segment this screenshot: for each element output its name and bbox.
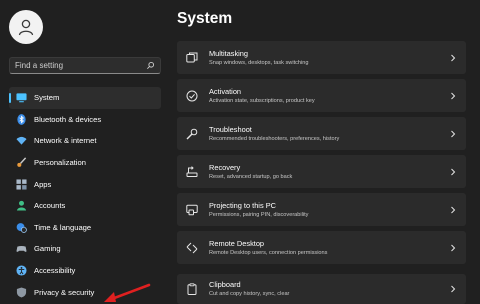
sidebar-item-network[interactable]: Network & internet bbox=[9, 130, 161, 152]
chevron-right-icon bbox=[451, 92, 456, 99]
card-subtitle: Activation state, subscriptions, product… bbox=[209, 97, 315, 104]
chevron-right-icon bbox=[451, 285, 456, 293]
activation-check-icon bbox=[186, 90, 198, 102]
sidebar-item-label: Bluetooth & devices bbox=[34, 114, 102, 124]
card-subtitle: Reset, advanced startup, go back bbox=[209, 173, 293, 180]
sidebar-item-label: Accounts bbox=[34, 201, 66, 211]
page-title: System bbox=[177, 10, 233, 27]
chevron-right-icon bbox=[451, 54, 456, 61]
shield-icon bbox=[16, 287, 27, 298]
card-activation[interactable]: Activation Activation state, subscriptio… bbox=[177, 79, 466, 112]
person-icon bbox=[16, 200, 27, 211]
card-title: Activation bbox=[209, 86, 242, 96]
bluetooth-icon bbox=[16, 114, 27, 125]
card-recovery[interactable]: Recovery Reset, advanced startup, go bac… bbox=[177, 155, 466, 188]
sidebar-item-time-language[interactable]: Time & language bbox=[9, 217, 161, 239]
user-avatar[interactable] bbox=[9, 10, 43, 44]
recovery-icon bbox=[186, 165, 198, 178]
card-title: Projecting to this PC bbox=[209, 200, 276, 210]
chevron-right-icon bbox=[451, 206, 456, 213]
sidebar-item-label: Personalization bbox=[34, 158, 86, 168]
clipboard-icon bbox=[186, 283, 198, 295]
sidebar-item-label: Network & internet bbox=[34, 136, 97, 146]
card-projecting[interactable]: Projecting to this PC Permissions, pairi… bbox=[177, 193, 466, 226]
sidebar-item-label: Accessibility bbox=[34, 266, 76, 276]
card-multitasking[interactable]: Multitasking Snap windows, desktops, tas… bbox=[177, 41, 466, 74]
card-title: Recovery bbox=[209, 162, 241, 172]
sidebar-item-gaming[interactable]: Gaming bbox=[9, 238, 161, 260]
card-troubleshoot[interactable]: Troubleshoot Recommended troubleshooters… bbox=[177, 117, 466, 150]
sidebar-item-label: Privacy & security bbox=[34, 287, 95, 297]
gamepad-icon bbox=[16, 243, 27, 254]
card-subtitle: Recommended troubleshooters, preferences… bbox=[209, 135, 340, 142]
sidebar-item-label: Gaming bbox=[34, 244, 61, 254]
card-subtitle: Permissions, pairing PIN, discoverabilit… bbox=[209, 211, 309, 218]
search-input[interactable] bbox=[15, 61, 146, 70]
apps-icon bbox=[16, 179, 27, 190]
globe-clock-icon bbox=[16, 222, 27, 233]
search-box[interactable] bbox=[9, 57, 161, 74]
paintbrush-icon bbox=[16, 157, 27, 168]
accessibility-icon bbox=[16, 265, 27, 276]
annotation-arrow bbox=[104, 283, 151, 302]
card-title: Clipboard bbox=[209, 280, 241, 289]
wrench-icon bbox=[186, 128, 198, 140]
card-subtitle: Snap windows, desktops, task switching bbox=[209, 59, 309, 66]
card-subtitle: Remote Desktop users, connection permiss… bbox=[209, 249, 328, 256]
monitor-icon bbox=[16, 92, 27, 103]
card-subtitle: Cut and copy history, sync, clear bbox=[209, 291, 290, 297]
chevron-right-icon bbox=[451, 244, 456, 251]
card-title: Remote Desktop bbox=[209, 238, 265, 248]
chevron-right-icon bbox=[451, 130, 456, 137]
multitasking-icon bbox=[186, 52, 198, 64]
card-remote-desktop[interactable]: Remote Desktop Remote Desktop users, con… bbox=[177, 231, 466, 264]
remote-desktop-icon bbox=[186, 242, 198, 254]
wifi-icon bbox=[16, 135, 27, 146]
nav-list: System Bluetooth & devices Network & int… bbox=[9, 87, 161, 303]
sidebar-item-apps[interactable]: Apps bbox=[9, 173, 161, 195]
person-icon bbox=[18, 19, 34, 36]
sidebar-item-label: Apps bbox=[34, 179, 52, 189]
sidebar-item-bluetooth[interactable]: Bluetooth & devices bbox=[9, 109, 161, 131]
sidebar-item-accessibility[interactable]: Accessibility bbox=[9, 260, 161, 282]
search-icon[interactable] bbox=[146, 61, 155, 70]
card-title: Multitasking bbox=[209, 48, 249, 58]
chevron-right-icon bbox=[451, 168, 456, 175]
sidebar: System Bluetooth & devices Network & int… bbox=[0, 0, 172, 303]
sidebar-item-label: System bbox=[34, 93, 60, 103]
card-title: Troubleshoot bbox=[209, 124, 252, 134]
main-panel: System Multitasking Snap windows, deskto… bbox=[177, 0, 480, 304]
sidebar-item-accounts[interactable]: Accounts bbox=[9, 195, 161, 217]
sidebar-item-system[interactable]: System bbox=[9, 87, 161, 109]
sidebar-item-label: Time & language bbox=[34, 222, 92, 232]
sidebar-item-personalization[interactable]: Personalization bbox=[9, 152, 161, 174]
projecting-icon bbox=[186, 204, 198, 216]
